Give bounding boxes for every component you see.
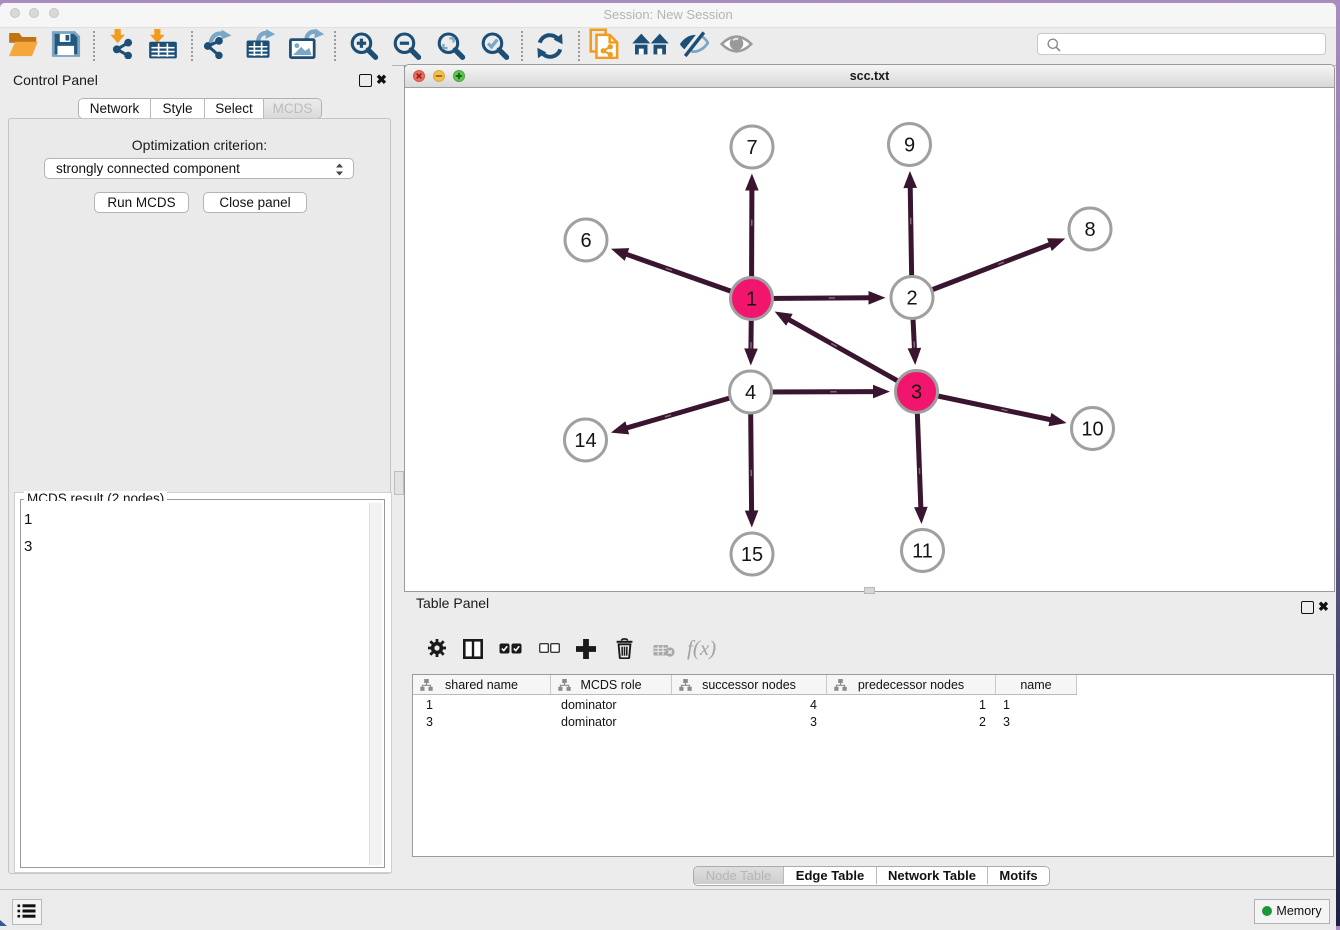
svg-text:3: 3 bbox=[911, 382, 922, 404]
svg-text:6: 6 bbox=[580, 230, 591, 252]
svg-text:9: 9 bbox=[904, 135, 915, 157]
svg-text:10: 10 bbox=[1081, 419, 1103, 441]
svg-text:11: 11 bbox=[912, 541, 933, 563]
svg-text:7: 7 bbox=[746, 137, 757, 159]
svg-text:8: 8 bbox=[1084, 219, 1095, 241]
svg-text:2: 2 bbox=[906, 288, 917, 310]
svg-text:14: 14 bbox=[574, 430, 596, 452]
svg-text:4: 4 bbox=[745, 382, 756, 404]
svg-text:15: 15 bbox=[741, 544, 763, 566]
svg-text:1: 1 bbox=[746, 289, 757, 311]
